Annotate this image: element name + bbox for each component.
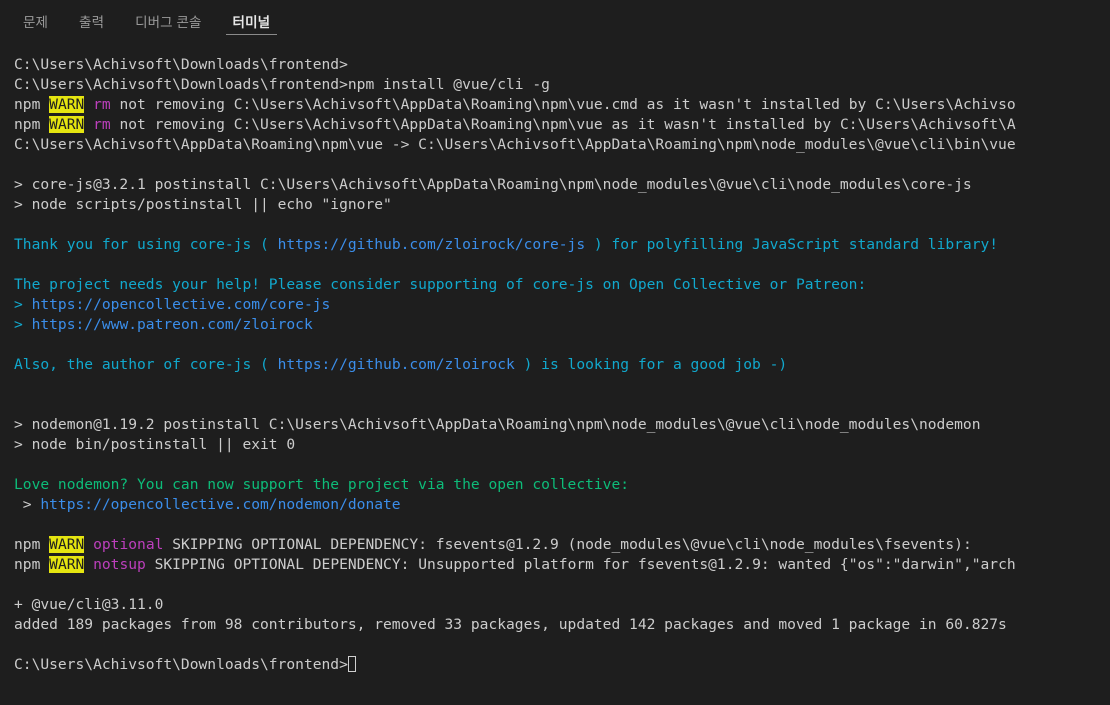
terminal-text: not removing C:\Users\Achivsoft\AppData\…: [110, 116, 1016, 133]
terminal-text: npm: [14, 96, 50, 113]
terminal-line: npm WARN rm not removing C:\Users\Achivs…: [14, 95, 1110, 115]
terminal-url[interactable]: https://opencollective.com/nodemon/donat…: [40, 496, 400, 513]
terminal-url[interactable]: https://opencollective.com/core-js: [32, 296, 331, 313]
terminal-text: > node scripts/postinstall || echo "igno…: [14, 196, 392, 213]
warn-badge: WARN: [49, 96, 85, 113]
terminal-cursor: [347, 656, 356, 672]
terminal-line: The project needs your help! Please cons…: [14, 275, 1110, 295]
panel-tab-3[interactable]: 디버그 콘솔: [126, 15, 210, 36]
terminal-line: > node scripts/postinstall || echo "igno…: [14, 195, 1110, 215]
terminal-line: > https://opencollective.com/core-js: [14, 295, 1110, 315]
terminal-url[interactable]: https://github.com/zloirock: [278, 356, 515, 373]
terminal-output-pane[interactable]: C:\Users\Achivsoft\Downloads\frontend> C:…: [0, 35, 1110, 705]
terminal-text: C:\Users\Achivsoft\Downloads\frontend>np…: [14, 76, 550, 93]
terminal-text: Love nodemon? You can now support the pr…: [14, 476, 630, 493]
terminal-line: npm WARN rm not removing C:\Users\Achivs…: [14, 115, 1110, 135]
terminal-line: C:\Users\Achivsoft\AppData\Roaming\npm\v…: [14, 135, 1110, 155]
panel-tab-bar: 문제 출력 디버그 콘솔 터미널: [0, 0, 1110, 35]
terminal-line: Love nodemon? You can now support the pr…: [14, 475, 1110, 495]
terminal-text: SKIPPING OPTIONAL DEPENDENCY: Unsupporte…: [145, 556, 1016, 573]
terminal-line: C:\Users\Achivsoft\Downloads\frontend>np…: [14, 75, 1110, 95]
terminal-prompt-line: C:\Users\Achivsoft\Downloads\frontend>: [14, 655, 1110, 675]
terminal-text: C:\Users\Achivsoft\AppData\Roaming\npm\v…: [14, 136, 1016, 153]
panel-tab-1[interactable]: 문제: [14, 15, 57, 36]
terminal-line: npm WARN optional SKIPPING OPTIONAL DEPE…: [14, 535, 1110, 555]
panel-tab-4-active[interactable]: 터미널: [224, 15, 280, 36]
terminal-line: > https://opencollective.com/nodemon/don…: [14, 495, 1110, 515]
terminal-text: rm: [93, 96, 111, 113]
terminal-url[interactable]: https://www.patreon.com/zloirock: [32, 316, 313, 333]
terminal-text: Also, the author of core-js (: [14, 356, 278, 373]
terminal-line: > node bin/postinstall || exit 0: [14, 435, 1110, 455]
warn-badge: WARN: [49, 556, 85, 573]
terminal-text: >: [14, 316, 32, 333]
terminal-line: + @vue/cli@3.11.0: [14, 595, 1110, 615]
terminal-text: + @vue/cli@3.11.0: [14, 596, 164, 613]
terminal-line: Also, the author of core-js ( https://gi…: [14, 355, 1110, 375]
terminal-url[interactable]: https://github.com/zloirock/core-js: [278, 236, 586, 253]
terminal-line: > https://www.patreon.com/zloirock: [14, 315, 1110, 335]
terminal-text: ) for polyfilling JavaScript standard li…: [585, 236, 999, 253]
terminal-text: rm: [93, 116, 111, 133]
terminal-text: npm: [14, 556, 50, 573]
terminal-text: Thank you for using core-js (: [14, 236, 278, 253]
terminal-text: notsup: [93, 556, 146, 573]
terminal-text: C:\Users\Achivsoft\Downloads\frontend>: [14, 656, 348, 673]
terminal-line: C:\Users\Achivsoft\Downloads\frontend>: [14, 55, 1110, 75]
terminal-line: added 189 packages from 98 contributors,…: [14, 615, 1110, 635]
terminal-text: npm: [14, 536, 50, 553]
terminal-line: npm WARN notsup SKIPPING OPTIONAL DEPEND…: [14, 555, 1110, 575]
terminal-line: Thank you for using core-js ( https://gi…: [14, 235, 1110, 255]
terminal-text: npm: [14, 116, 50, 133]
terminal-line: > core-js@3.2.1 postinstall C:\Users\Ach…: [14, 175, 1110, 195]
terminal-text: >: [14, 496, 41, 513]
terminal-text: C:\Users\Achivsoft\Downloads\frontend>: [14, 56, 348, 73]
warn-badge: WARN: [49, 536, 85, 553]
terminal-text: > node bin/postinstall || exit 0: [14, 436, 296, 453]
terminal-text: ) is looking for a good job -): [514, 356, 788, 373]
terminal-text: > nodemon@1.19.2 postinstall C:\Users\Ac…: [14, 416, 981, 433]
terminal-text: optional: [93, 536, 164, 553]
warn-badge: WARN: [49, 116, 85, 133]
terminal-text: not removing C:\Users\Achivsoft\AppData\…: [110, 96, 1016, 113]
terminal-text: > core-js@3.2.1 postinstall C:\Users\Ach…: [14, 176, 972, 193]
panel-tab-2[interactable]: 출력: [70, 15, 113, 36]
terminal-text: SKIPPING OPTIONAL DEPENDENCY: fsevents@1…: [163, 536, 972, 553]
terminal-line: > nodemon@1.19.2 postinstall C:\Users\Ac…: [14, 415, 1110, 435]
terminal-text: added 189 packages from 98 contributors,…: [14, 616, 1007, 633]
terminal-text: The project needs your help! Please cons…: [14, 276, 867, 293]
terminal-text: >: [14, 296, 32, 313]
